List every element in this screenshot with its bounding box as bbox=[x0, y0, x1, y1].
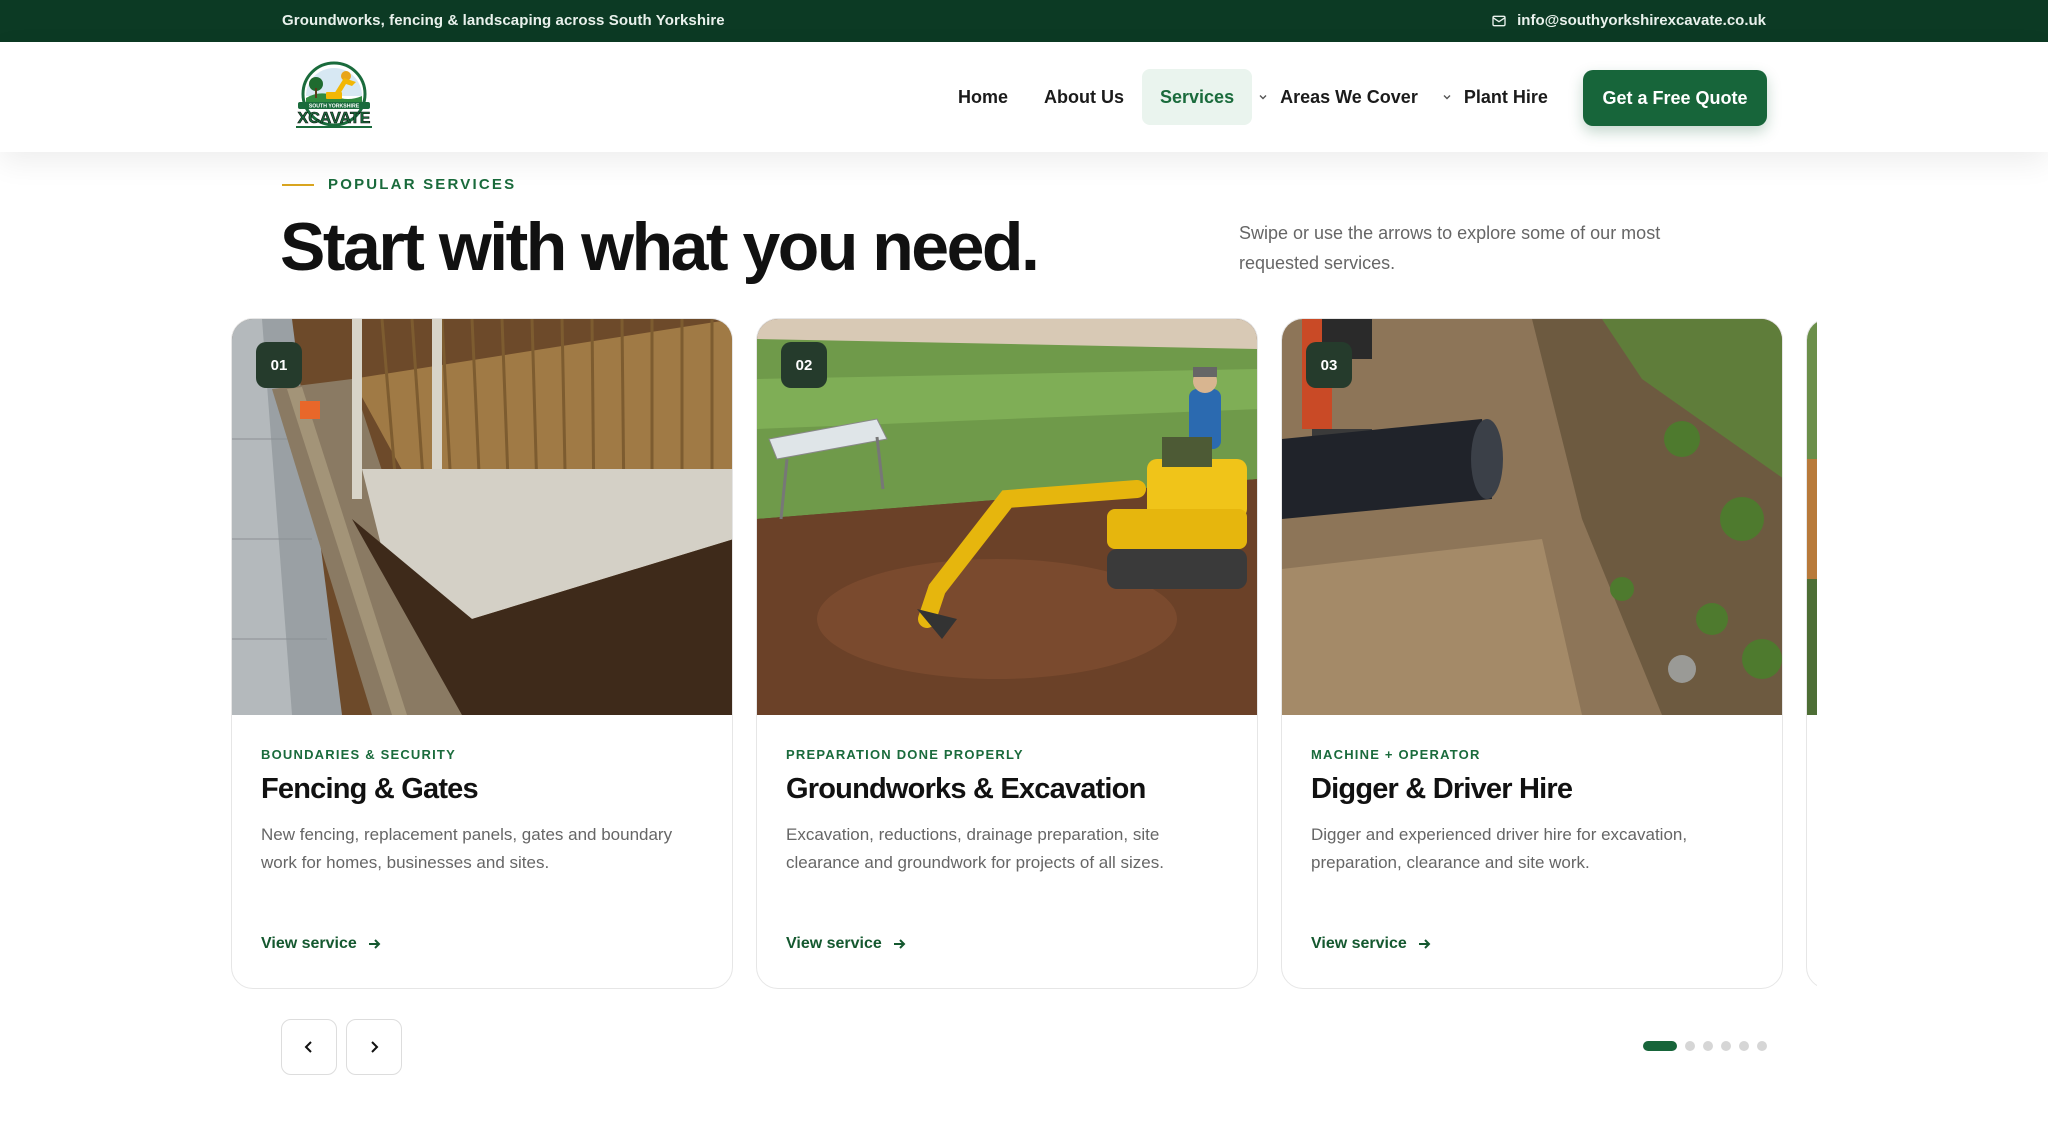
chevron-right-icon bbox=[371, 1041, 379, 1053]
arrow-right-icon bbox=[368, 939, 381, 949]
section-intro: Swipe or use the arrows to explore some … bbox=[1239, 223, 1661, 273]
card-kicker: PREPARATION DONE PROPERLY bbox=[786, 747, 1024, 762]
view-service-link[interactable]: View service bbox=[1311, 935, 1431, 953]
get-quote-button[interactable]: Get a Free Quote bbox=[1583, 70, 1767, 126]
carousel-dots bbox=[1643, 1041, 1767, 1051]
card-title: Groundworks & Excavation bbox=[786, 773, 1146, 805]
view-service-link[interactable]: View service bbox=[786, 935, 906, 953]
arrow-right-icon bbox=[1418, 939, 1431, 949]
email-link[interactable]: info@southyorkshirexcavate.co.uk bbox=[1491, 12, 1766, 29]
top-bar: Groundworks, fencing & landscaping acros… bbox=[0, 0, 2048, 42]
site-header: SOUTH YORKSHIRE XCAVATE Home About Us Se… bbox=[0, 42, 2048, 152]
service-card-fencing[interactable]: 01 BOUNDARIES & SECURITY Fencing & Gates… bbox=[231, 318, 733, 989]
card-description: Digger and experienced driver hire for e… bbox=[1311, 825, 1688, 872]
fencing-photo bbox=[232, 319, 732, 715]
view-service-link[interactable]: View service bbox=[261, 935, 381, 953]
carousel-prev-button[interactable] bbox=[281, 1019, 337, 1075]
carousel-dot[interactable] bbox=[1757, 1041, 1767, 1051]
carousel-dot[interactable] bbox=[1703, 1041, 1713, 1051]
carousel-dot[interactable] bbox=[1721, 1041, 1731, 1051]
card-kicker: BOUNDARIES & SECURITY bbox=[261, 747, 456, 762]
view-service-label: View service bbox=[786, 935, 882, 952]
digger-photo bbox=[1282, 319, 1782, 715]
site-logo[interactable]: SOUTH YORKSHIRE XCAVATE bbox=[282, 60, 386, 134]
nav-plant-hire[interactable]: Plant Hire bbox=[1464, 69, 1566, 125]
card-kicker: MACHINE + OPERATOR bbox=[1311, 747, 1481, 762]
card-number-badge: 02 bbox=[781, 342, 827, 388]
view-service-label: View service bbox=[1311, 935, 1407, 952]
chevron-left-icon bbox=[304, 1041, 312, 1053]
chevron-down-icon[interactable] bbox=[1442, 92, 1452, 102]
eyebrow-line bbox=[282, 183, 314, 186]
section-heading: Start with what you need. bbox=[280, 209, 1040, 285]
view-service-label: View service bbox=[261, 935, 357, 952]
nav-services[interactable]: Services bbox=[1142, 69, 1253, 125]
services-carousel[interactable]: 01 BOUNDARIES & SECURITY Fencing & Gates… bbox=[231, 318, 1817, 990]
mail-icon bbox=[1492, 15, 1506, 26]
eyebrow-text: POPULAR SERVICES bbox=[328, 176, 517, 193]
main-nav: Home About Us Services Areas We Cover Pl… bbox=[940, 69, 1566, 125]
service-photo bbox=[1807, 319, 1817, 715]
email-text: info@southyorkshirexcavate.co.uk bbox=[1517, 12, 1766, 29]
nav-areas-we-cover[interactable]: Areas We Cover bbox=[1280, 69, 1436, 125]
arrow-right-icon bbox=[893, 939, 906, 949]
card-title: Fencing & Gates bbox=[261, 773, 479, 805]
carousel-next-button[interactable] bbox=[346, 1019, 402, 1075]
card-description: New fencing, replacement panels, gates a… bbox=[261, 825, 673, 872]
card-description: Excavation, reductions, drainage prepara… bbox=[786, 825, 1164, 872]
card-number-badge: 03 bbox=[1306, 342, 1352, 388]
nav-home[interactable]: Home bbox=[940, 69, 1026, 125]
top-bar-tagline: Groundworks, fencing & landscaping acros… bbox=[282, 12, 725, 29]
chevron-down-icon[interactable] bbox=[1258, 92, 1268, 102]
groundworks-photo bbox=[757, 319, 1257, 715]
logo-text-top: SOUTH YORKSHIRE bbox=[309, 104, 360, 110]
carousel-dot[interactable] bbox=[1685, 1041, 1695, 1051]
carousel-dot[interactable] bbox=[1739, 1041, 1749, 1051]
service-card-groundworks[interactable]: 02 PREPARATION DONE PROPERLY Groundworks… bbox=[756, 318, 1258, 989]
service-card-partial[interactable] bbox=[1806, 318, 1817, 989]
logo-text-main: XCAVATE bbox=[298, 110, 371, 127]
nav-about-us[interactable]: About Us bbox=[1026, 69, 1142, 125]
card-title: Digger & Driver Hire bbox=[1311, 773, 1573, 805]
service-card-digger-hire[interactable]: 03 MACHINE + OPERATOR Digger & Driver Hi… bbox=[1281, 318, 1783, 989]
card-number-badge: 01 bbox=[256, 342, 302, 388]
section-eyebrow: POPULAR SERVICES bbox=[282, 176, 516, 193]
carousel-dot[interactable] bbox=[1643, 1041, 1677, 1051]
